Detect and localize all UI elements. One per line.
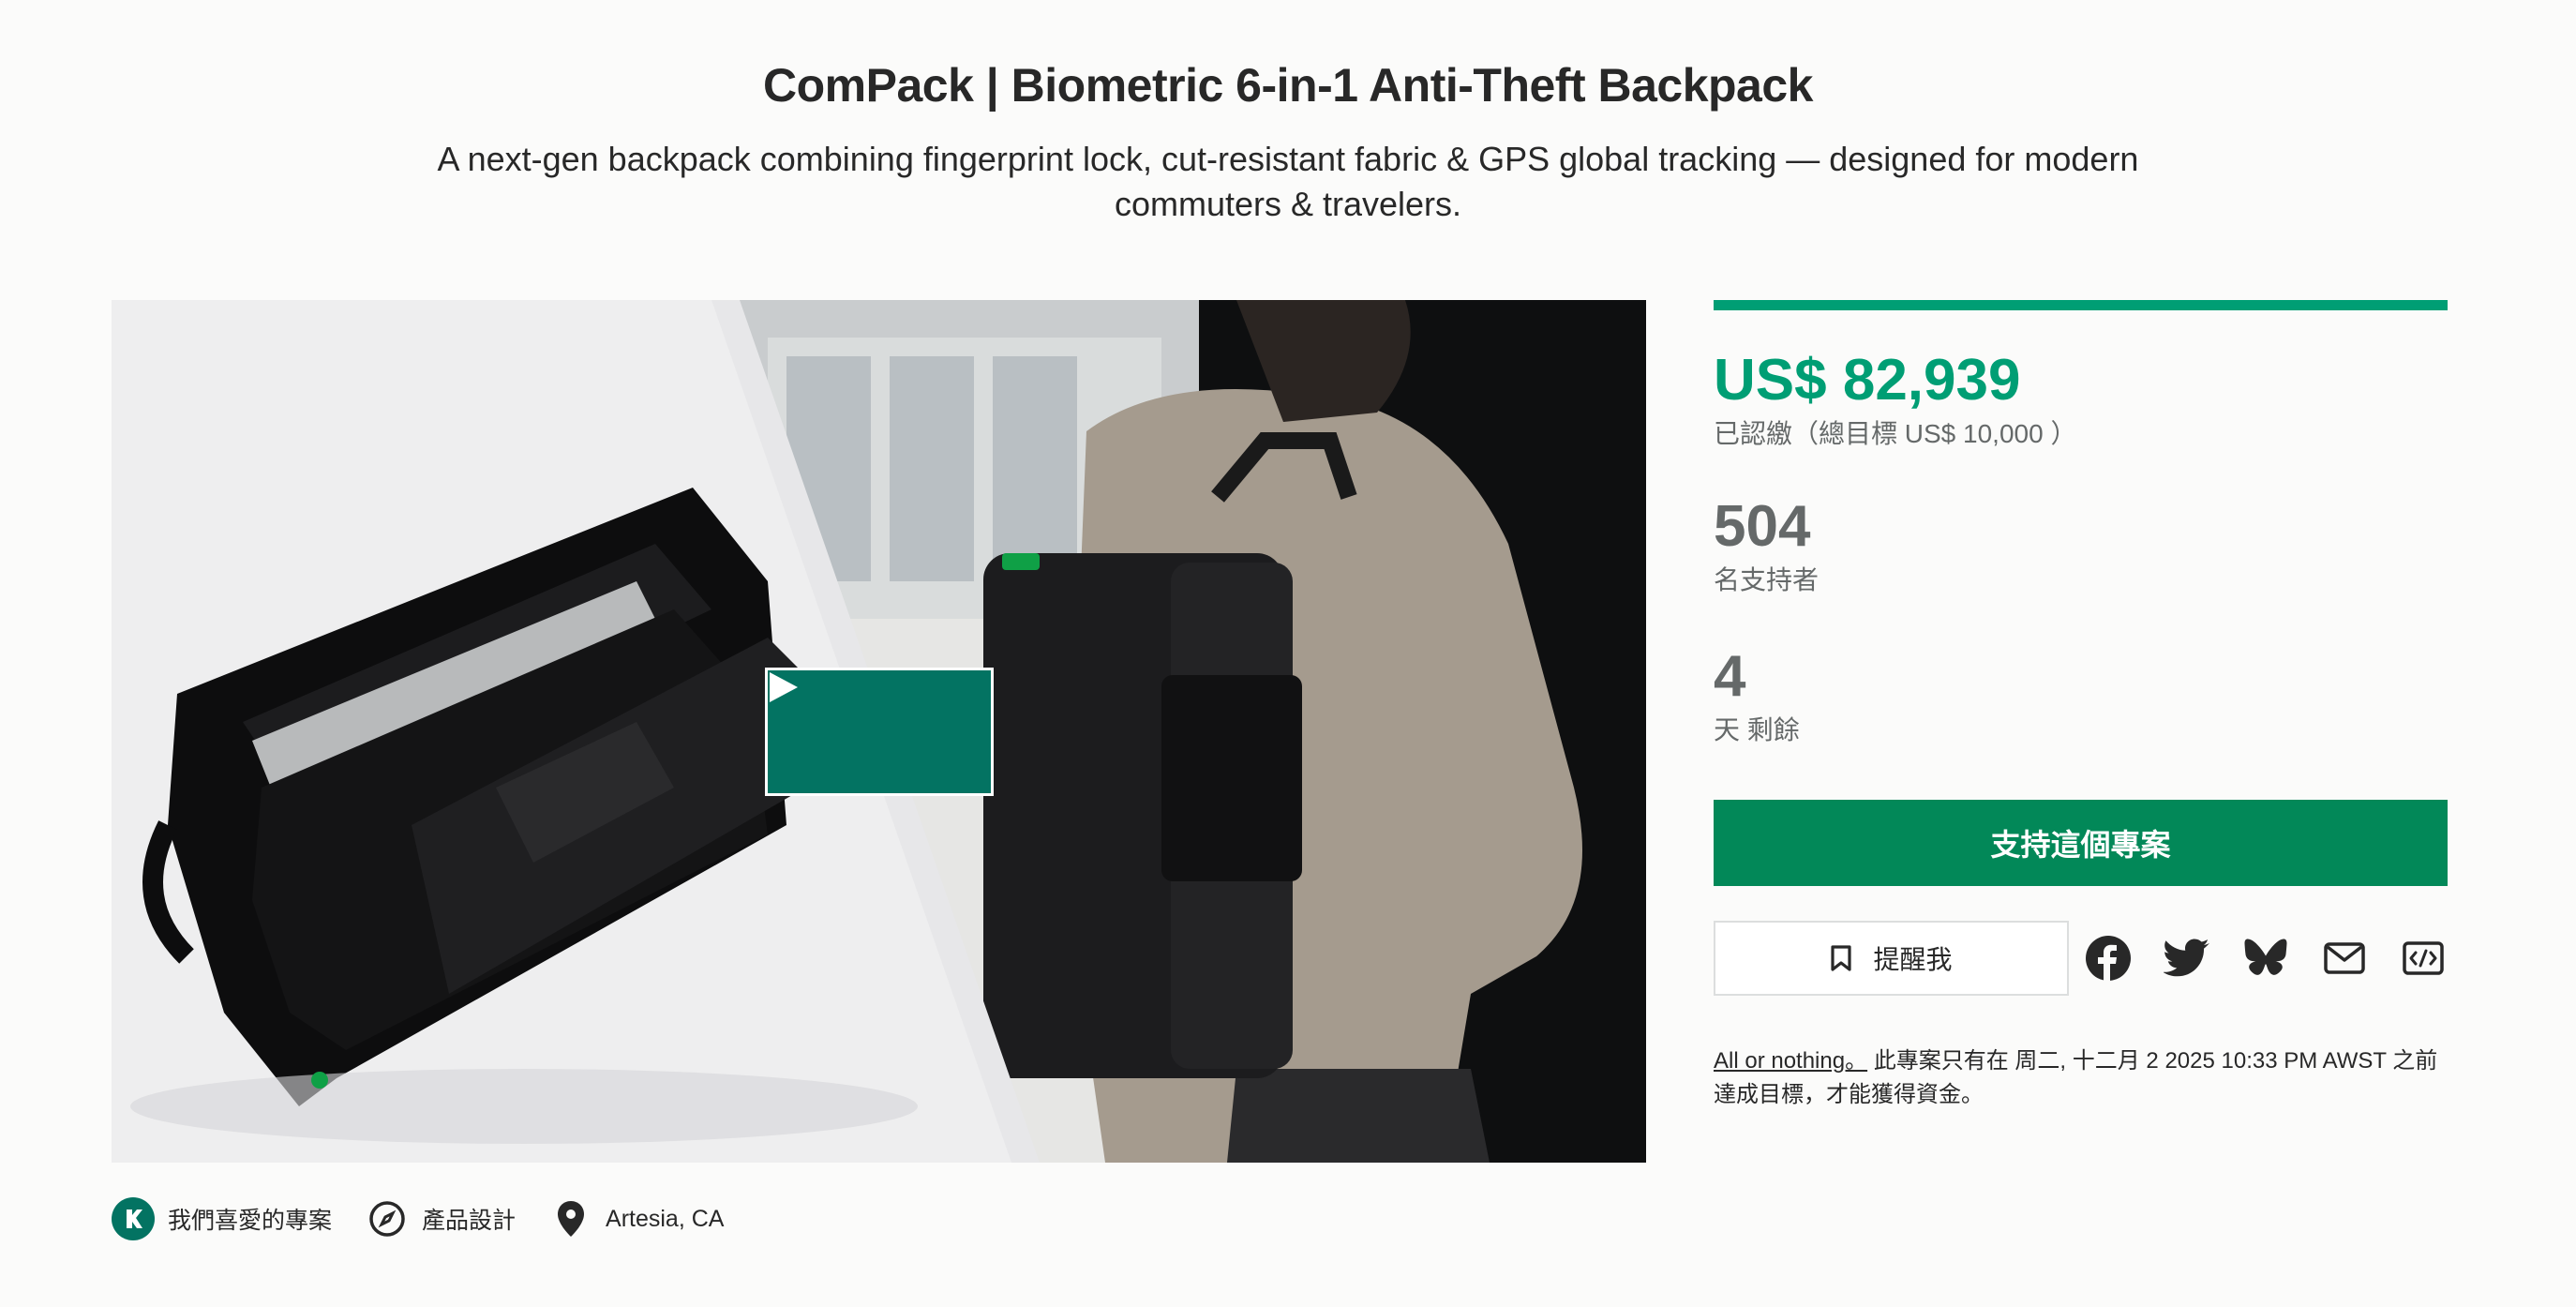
play-button[interactable]	[765, 668, 994, 796]
email-icon[interactable]	[2320, 934, 2369, 983]
backers-count: 504	[1714, 494, 1811, 559]
location-label: Artesia, CA	[606, 1205, 725, 1232]
funding-progress-bar	[1714, 300, 2448, 310]
all-or-nothing-link[interactable]: All or nothing。	[1714, 1048, 1867, 1074]
days-left-stat: 4 天 剩餘	[1714, 644, 2448, 747]
bookmark-icon	[1830, 944, 1852, 972]
facebook-icon[interactable]	[2084, 934, 2133, 983]
days-left-count: 4	[1714, 644, 1746, 709]
backers-stat: 504 名支持者	[1714, 494, 2448, 597]
kickstarter-badge-icon	[112, 1197, 155, 1240]
project-header: ComPack | Biometric 6-in-1 Anti-Theft Ba…	[0, 58, 2576, 227]
twitter-icon[interactable]	[2163, 934, 2211, 983]
all-or-nothing-notice: All or nothing。 此專案只有在 周二, 十二月 2 2025 10…	[1714, 1044, 2448, 1112]
project-title: ComPack | Biometric 6-in-1 Anti-Theft Ba…	[763, 59, 1813, 112]
bluesky-icon[interactable]	[2241, 934, 2290, 983]
location-pin-icon	[549, 1197, 592, 1240]
back-project-button[interactable]: 支持這個專案	[1714, 800, 2448, 886]
remind-me-button[interactable]: 提醒我	[1714, 921, 2069, 996]
location-tag[interactable]: Artesia, CA	[549, 1197, 724, 1240]
project-subtitle: A next-gen backpack combining fingerprin…	[437, 140, 2139, 223]
project-we-love-label: 我們喜愛的專案	[168, 1208, 333, 1234]
remind-me-label: 提醒我	[1873, 945, 1953, 974]
funding-panel: US$ 82,939 已認繳（總目標 US$ 10,000 ） 504 名支持者…	[1714, 300, 2448, 1112]
category-tag[interactable]: 產品設計	[366, 1197, 516, 1240]
pledged-goal-text: 已認繳（總目標 US$ 10,000 ）	[1714, 419, 2077, 448]
pledged-amount: US$ 82,939	[1714, 348, 2021, 413]
embed-icon[interactable]	[2399, 934, 2448, 983]
backers-label: 名支持者	[1714, 565, 1820, 594]
days-left-label: 天 剩餘	[1714, 715, 1800, 744]
funding-progress-fill	[1714, 300, 2448, 310]
compass-icon	[366, 1197, 409, 1240]
project-video[interactable]	[112, 300, 1646, 1163]
share-icons	[2084, 934, 2448, 983]
play-icon	[770, 672, 798, 702]
category-label: 產品設計	[422, 1208, 517, 1234]
secondary-actions: 提醒我	[1714, 921, 2448, 996]
project-tags: 我們喜愛的專案 產品設計 Artesia, CA	[112, 1195, 757, 1242]
project-we-love-tag[interactable]: 我們喜愛的專案	[112, 1197, 332, 1240]
